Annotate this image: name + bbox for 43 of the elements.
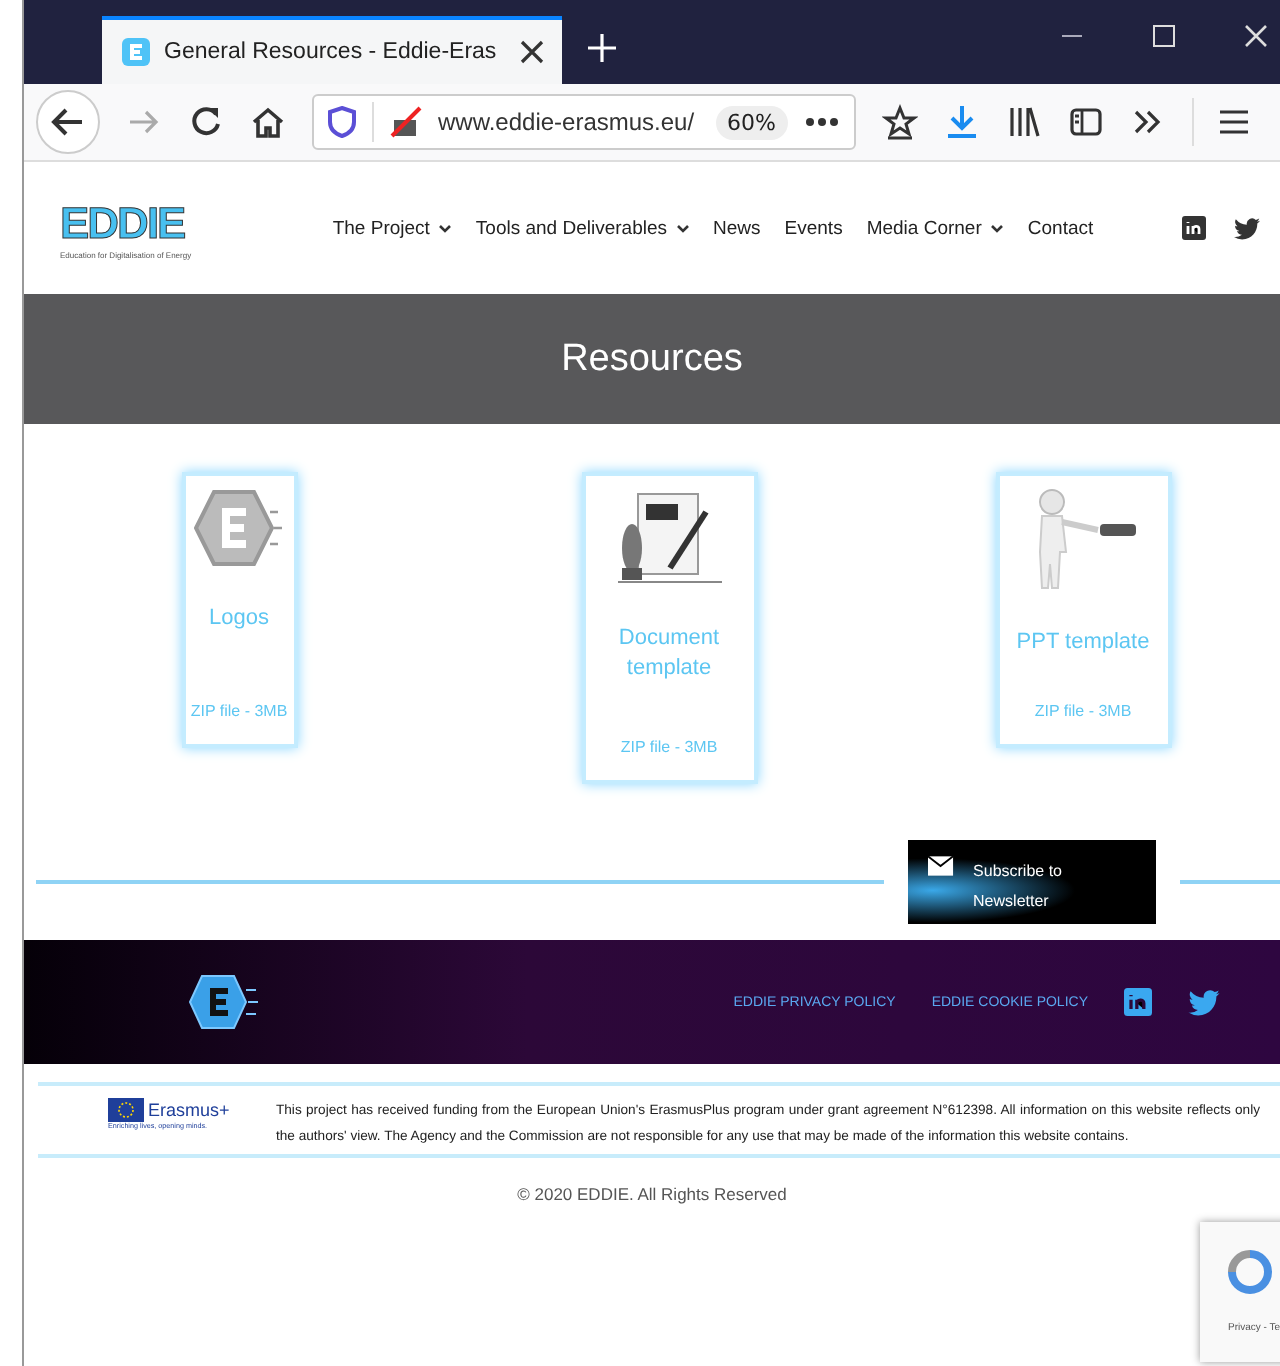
- maximize-icon[interactable]: [1152, 24, 1176, 48]
- url-text: www.eddie-erasmus.eu/: [438, 108, 697, 136]
- address-bar[interactable]: www.eddie-erasmus.eu/ 60%: [312, 94, 856, 150]
- menu-icon[interactable]: [1220, 106, 1248, 138]
- new-tab-icon[interactable]: [586, 32, 618, 64]
- eu-flag-icon: [108, 1098, 144, 1122]
- linkedin-icon[interactable]: [1182, 216, 1206, 240]
- file-size-text: ZIP file - 3MB: [620, 738, 718, 756]
- resource-title: Logos: [209, 604, 269, 634]
- nav-link[interactable]: News: [713, 217, 761, 239]
- envelope-icon: [928, 856, 954, 876]
- nav-link[interactable]: The Project: [332, 217, 452, 239]
- home-icon[interactable]: [250, 104, 286, 140]
- star-icon[interactable]: [882, 104, 918, 140]
- resource-title: Document template: [616, 624, 722, 684]
- newsletter-button[interactable]: Subscribe to Newsletter: [908, 840, 1156, 924]
- reload-icon[interactable]: [188, 104, 224, 140]
- file-size-text: ZIP file - 3MB: [1034, 702, 1132, 720]
- tab-title: General Resources - Eddie-Eras: [164, 40, 499, 64]
- twitter-icon[interactable]: [1188, 989, 1220, 1015]
- zoom-badge[interactable]: 60%: [715, 105, 788, 139]
- linkedin-icon[interactable]: [1124, 988, 1152, 1016]
- twitter-icon[interactable]: [1234, 217, 1260, 239]
- nav-link[interactable]: Tools and Deliverables: [475, 217, 690, 239]
- close-icon[interactable]: [520, 40, 544, 64]
- file-size-text: ZIP file - 3MB: [190, 702, 288, 720]
- document-drawing: [613, 488, 725, 588]
- download-icon[interactable]: [944, 104, 980, 140]
- library-icon[interactable]: [1006, 104, 1042, 140]
- back-button[interactable]: [36, 90, 100, 154]
- resource-title: PPT template: [1016, 628, 1150, 658]
- lock-slash-icon: [390, 106, 422, 138]
- recaptcha-icon: [1228, 1250, 1272, 1294]
- nav-link[interactable]: Contact: [1027, 217, 1094, 239]
- page-title: Resources: [561, 337, 743, 381]
- nav-link[interactable]: Events: [784, 217, 843, 239]
- shield-icon: [328, 106, 356, 138]
- copyright-text: © 2020 EDDIE. All Rights Reserved: [515, 1184, 789, 1204]
- nav-link[interactable]: Media Corner: [866, 217, 1004, 239]
- more-icon[interactable]: [804, 116, 840, 128]
- back-arrow-icon: [50, 104, 86, 140]
- sidebar-icon[interactable]: [1068, 104, 1104, 140]
- browser-tab[interactable]: General Resources - Eddie-Eras: [102, 16, 562, 84]
